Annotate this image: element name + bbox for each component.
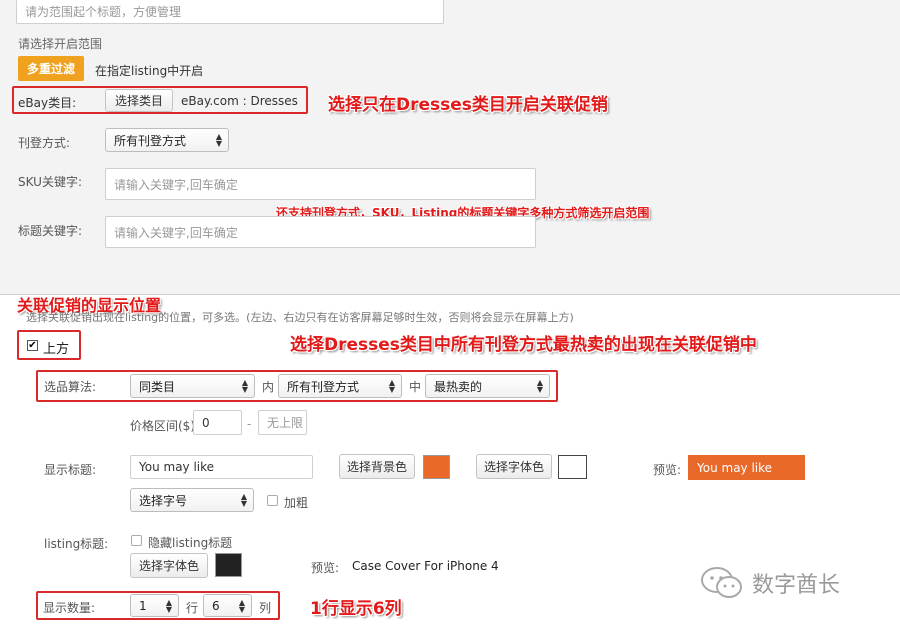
count-label: 显示数量: xyxy=(43,601,96,615)
bg-color-label: 选择背景色 xyxy=(346,460,407,474)
middle-text: 中 xyxy=(409,380,422,394)
select-arrows-icon: ▲ ▼ xyxy=(536,378,543,394)
algorithm-select[interactable]: 同类目 ▲ ▼ xyxy=(130,374,255,398)
price-label: 价格区间($): xyxy=(130,419,200,433)
watermark: 数字酋长 xyxy=(700,566,840,600)
scope-title-placeholder: 请为范围起个标题，方便管理 xyxy=(25,5,182,19)
price-separator: - xyxy=(247,417,252,431)
price-min-input[interactable]: 0 xyxy=(193,410,242,435)
listing-font-color-swatch[interactable] xyxy=(215,553,242,577)
sku-input[interactable]: 请输入关键字,回车确定 xyxy=(105,168,536,200)
wechat-icon xyxy=(701,567,742,598)
show-title-value: You may like xyxy=(139,460,215,474)
font-size-value: 选择字号 xyxy=(139,493,188,508)
title-keyword-placeholder: 请输入关键字,回车确定 xyxy=(114,225,238,240)
selected-category: eBay.com : Dresses xyxy=(181,94,298,108)
listing-title-label: listing标题: xyxy=(44,537,109,551)
price-min-value: 0 xyxy=(202,415,210,430)
font-color-button[interactable]: 选择字体色 xyxy=(476,454,552,479)
scope-title-input[interactable]: 请为范围起个标题，方便管理 xyxy=(16,0,444,24)
show-title-input[interactable]: You may like xyxy=(130,455,313,479)
algorithm-listing-type-value: 所有刊登方式 xyxy=(287,379,360,394)
listing-font-color-label: 选择字体色 xyxy=(138,559,199,573)
cols-select[interactable]: 6 ▲ ▼ xyxy=(203,594,252,617)
rows-value: 1 xyxy=(139,598,147,613)
listing-font-color-button[interactable]: 选择字体色 xyxy=(130,553,208,578)
hide-listing-title-checkbox[interactable] xyxy=(131,535,142,546)
listing-preview-text: Case Cover For iPhone 4 xyxy=(352,559,499,573)
preview-label: 预览: xyxy=(653,463,682,477)
algorithm-value: 同类目 xyxy=(139,379,176,394)
price-max-placeholder: 无上限 xyxy=(267,416,304,430)
annotation-algorithm: 选择Dresses类目中所有刊登方式最热卖的出现在关联促销中 xyxy=(290,335,757,355)
font-color-swatch[interactable] xyxy=(558,455,587,479)
title-preview-text: You may like xyxy=(697,460,773,475)
select-arrows-icon: ▲ ▼ xyxy=(238,597,245,614)
select-arrows-icon: ▲ ▼ xyxy=(388,378,395,394)
annotation-count: 1行显示6列 xyxy=(310,599,402,619)
hide-listing-title-label: 隐藏listing标题 xyxy=(148,536,233,550)
scope-section-label: 请选择开启范围 xyxy=(18,37,103,51)
watermark-text: 数字酋长 xyxy=(752,573,841,598)
algorithm-label: 选品算法: xyxy=(44,380,97,394)
bg-color-button[interactable]: 选择背景色 xyxy=(339,454,415,479)
filter-hint: 在指定listing中开启 xyxy=(95,64,204,78)
multi-filter-label: 多重过滤 xyxy=(26,62,75,76)
cols-unit: 列 xyxy=(259,601,272,615)
annotation-category: 选择只在Dresses类目开启关联促销 xyxy=(328,95,608,115)
select-arrows-icon: ▲ ▼ xyxy=(241,378,248,394)
choose-category-label: 选择类目 xyxy=(114,94,163,108)
sort-select[interactable]: 最热卖的 ▲ ▼ xyxy=(425,374,550,398)
select-arrows-icon: ▲ ▼ xyxy=(165,597,172,614)
ebay-category-label: eBay类目: xyxy=(18,96,77,110)
sort-value: 最热卖的 xyxy=(434,379,483,394)
rows-unit: 行 xyxy=(186,601,199,615)
select-arrows-icon: ▲ ▼ xyxy=(240,492,247,508)
title-preview: You may like xyxy=(688,455,805,480)
bold-label: 加粗 xyxy=(284,496,309,510)
font-size-select[interactable]: 选择字号 ▲ ▼ xyxy=(130,488,254,512)
listing-type-select[interactable]: 所有刊登方式 ▲ ▼ xyxy=(105,128,229,152)
show-title-label: 显示标题: xyxy=(44,463,97,477)
choose-category-button[interactable]: 选择类目 xyxy=(105,89,173,112)
sku-placeholder: 请输入关键字,回车确定 xyxy=(114,177,238,192)
listing-type-value: 所有刊登方式 xyxy=(114,133,187,148)
select-arrows-icon: ▲ ▼ xyxy=(215,132,222,148)
multi-filter-button[interactable]: 多重过滤 xyxy=(18,56,84,81)
listing-type-label: 刊登方式: xyxy=(18,136,71,150)
title-keyword-label: 标题关键字: xyxy=(18,224,83,238)
in-text: 内 xyxy=(262,380,275,394)
listing-preview-label: 预览: xyxy=(311,561,340,575)
price-max-input[interactable]: 无上限 xyxy=(258,410,307,435)
font-color-label: 选择字体色 xyxy=(483,460,544,474)
bg-color-swatch[interactable] xyxy=(423,455,450,479)
title-keyword-input[interactable]: 请输入关键字,回车确定 xyxy=(105,216,536,248)
display-position-hint: 选择关联促销出现在listing的位置，可多选。(左边、右边只有在访客屏幕足够时… xyxy=(26,311,574,324)
cols-value: 6 xyxy=(212,598,220,613)
sku-label: SKU关键字: xyxy=(18,175,82,189)
top-position-label: 上方 xyxy=(43,342,70,357)
rows-select[interactable]: 1 ▲ ▼ xyxy=(130,594,179,617)
top-position-checkbox[interactable]: ✔ xyxy=(27,340,38,351)
bold-checkbox[interactable] xyxy=(267,495,278,506)
algorithm-listing-type-select[interactable]: 所有刊登方式 ▲ ▼ xyxy=(278,374,402,398)
